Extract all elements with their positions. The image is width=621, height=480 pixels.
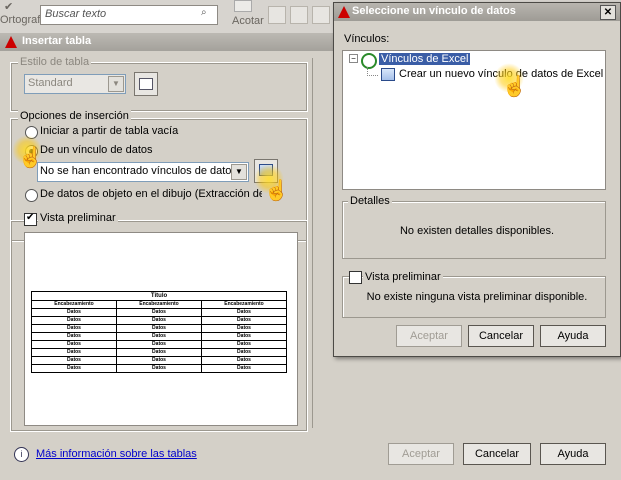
table-style-launch-button[interactable] [134, 72, 158, 96]
new-excel-link-icon [381, 68, 395, 81]
main-preview-checkbox[interactable]: ✔ [24, 212, 37, 226]
data-link-title: Seleccione un vínculo de datos [352, 5, 516, 17]
info-icon: i [14, 447, 29, 462]
preview-table-cell: Datos [31, 348, 117, 357]
search-placeholder: Buscar texto [45, 8, 107, 20]
hand-cursor-icon: ☝ [502, 76, 527, 98]
preview-table-row: Datos Datos Datos [31, 332, 287, 341]
preview-table-cell: Datos [31, 356, 117, 365]
radio-object-data-label[interactable]: De datos de objeto en el dibujo (Extracc… [40, 188, 262, 200]
preview-table-cell: Datos [116, 332, 202, 341]
search-text-input[interactable]: Buscar texto ⌕ [40, 5, 218, 25]
dimension-label[interactable]: Acotar [232, 15, 264, 27]
preview-table-cell: Datos [116, 348, 202, 357]
table-style-icon [139, 78, 153, 90]
preview-table-header: Encabezamiento [31, 300, 117, 309]
link-preview-label[interactable]: Vista preliminar [363, 271, 443, 283]
table-tool-icon-2[interactable] [290, 6, 308, 24]
insert-options-legend: Opciones de inserción [18, 110, 131, 122]
chevron-down-icon: ▼ [231, 164, 247, 180]
preview-table-row: Datos Datos Datos [31, 356, 287, 365]
radio-object-data[interactable] [25, 189, 38, 202]
preview-table-row: Datos Datos Datos [31, 324, 287, 333]
radio-data-link-label[interactable]: De un vínculo de datos [40, 144, 153, 156]
app-logo-icon [5, 36, 17, 48]
data-link-titlebar[interactable]: Seleccione un vínculo de datos ✕ [334, 3, 620, 21]
preview-table-cell: Datos [116, 316, 202, 325]
checkmark-icon: ✔ [26, 212, 35, 223]
main-accept-button[interactable]: Aceptar [388, 443, 454, 465]
table-preview-canvas: Título Encabezamiento Encabezamiento Encabe… [24, 232, 298, 426]
right-panel-edge [312, 58, 333, 428]
details-legend: Detalles [348, 195, 392, 207]
link-accept-button[interactable]: Aceptar [396, 325, 462, 347]
main-help-button[interactable]: Ayuda [540, 443, 606, 465]
insert-table-title: Insertar tabla [22, 35, 92, 47]
preview-table-header: Encabezamiento [201, 300, 287, 309]
table-style-select[interactable]: Standard ▼ [24, 74, 126, 94]
hand-cursor-icon: ☝ [264, 180, 289, 202]
preview-table-title: Título [31, 291, 287, 301]
preview-table-cell: Datos [31, 340, 117, 349]
main-cancel-button[interactable]: Cancelar [463, 443, 531, 465]
details-text: No existen detalles disponibles. [399, 225, 555, 237]
spell-check-icon[interactable]: ✔ [4, 0, 18, 13]
preview-table-cell: Datos [201, 356, 287, 365]
data-link-select[interactable]: No se han encontrado vínculos de datos ▼ [37, 162, 249, 182]
preview-table-row: Datos Datos Datos [31, 308, 287, 317]
table-style-legend: Estilo de tabla [18, 56, 92, 68]
link-cancel-button[interactable]: Cancelar [468, 325, 534, 347]
preview-table-cell: Datos [116, 356, 202, 365]
table-tool-icon-3[interactable] [312, 6, 330, 24]
link-help-button[interactable]: Ayuda [540, 325, 606, 347]
preview-table-cell: Datos [116, 324, 202, 333]
links-tree[interactable]: − Vínculos de Excel Crear un nuevo víncu… [342, 50, 606, 190]
preview-table-cell: Datos [31, 316, 117, 325]
preview-table-cell: Datos [201, 364, 287, 373]
preview-table-cell: Datos [31, 364, 117, 373]
link-preview-checkbox[interactable] [349, 271, 362, 284]
preview-table-row: Datos Datos Datos [31, 364, 287, 373]
preview-table-cell: Datos [31, 308, 117, 317]
tree-item-excel-links[interactable]: Vínculos de Excel [379, 53, 471, 65]
chevron-down-icon: ▼ [108, 76, 124, 92]
more-info-link[interactable]: Más información sobre las tablas [36, 448, 197, 460]
preview-table-row: Datos Datos Datos [31, 340, 287, 349]
link-preview-text: No existe ninguna vista preliminar dispo… [366, 291, 588, 303]
table-tool-icon-1[interactable] [268, 6, 286, 24]
preview-table-cell: Datos [201, 308, 287, 317]
close-icon[interactable]: ✕ [600, 5, 616, 20]
data-link-value: No se han encontrado vínculos de datos [40, 165, 237, 177]
preview-table-cell: Datos [201, 340, 287, 349]
tree-collapse-icon[interactable]: − [349, 54, 358, 63]
select-data-link-dialog: Seleccione un vínculo de datos ✕ Vínculo… [333, 2, 621, 357]
preview-table-cell: Datos [116, 340, 202, 349]
preview-table-cell: Datos [31, 324, 117, 333]
preview-table-cell: Datos [116, 364, 202, 373]
preview-table-row: Datos Datos Datos [31, 316, 287, 325]
table-style-value: Standard [28, 77, 73, 89]
preview-table-cell: Datos [201, 324, 287, 333]
preview-table-cell: Datos [31, 332, 117, 341]
preview-table: Título Encabezamiento Encabezamiento Encabe… [31, 291, 287, 373]
main-preview-label[interactable]: Vista preliminar [38, 212, 118, 224]
radio-empty-table-label[interactable]: Iniciar a partir de tabla vacía [40, 125, 178, 137]
preview-table-row: Datos Datos Datos [31, 348, 287, 357]
preview-table-cell: Datos [116, 308, 202, 317]
app-logo-icon [338, 6, 350, 18]
preview-table-header: Encabezamiento [116, 300, 202, 309]
dimension-icon[interactable] [234, 0, 252, 12]
hand-cursor-icon: ☝ [18, 147, 43, 169]
tree-connector [367, 67, 378, 76]
find-replace-icon[interactable]: ⌕ [201, 7, 215, 21]
preview-table-cell: Datos [201, 348, 287, 357]
preview-table-cell: Datos [201, 332, 287, 341]
links-label: Vínculos: [344, 33, 390, 45]
preview-table-cell: Datos [201, 316, 287, 325]
